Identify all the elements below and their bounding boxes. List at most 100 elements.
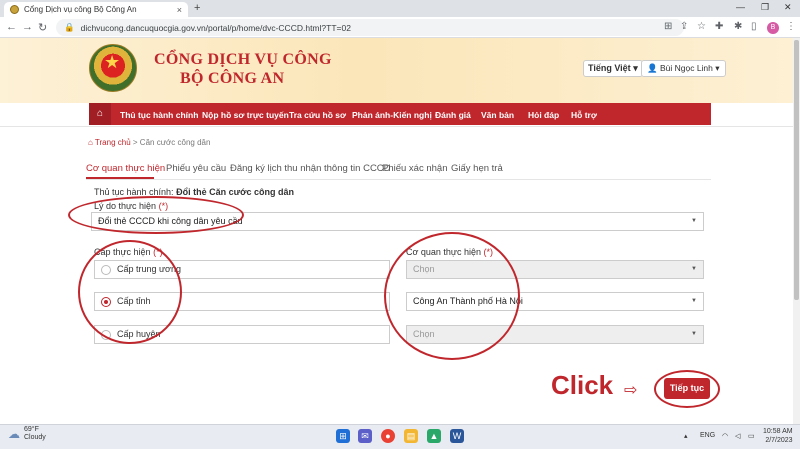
- url-field[interactable]: 🔒 dichvucong.dancuquocgia.gov.vn/portal/…: [56, 19, 684, 36]
- weather-condition: Cloudy: [24, 434, 46, 441]
- tray-language[interactable]: ENG: [700, 432, 715, 439]
- radio-province[interactable]: [101, 297, 111, 307]
- reload-icon[interactable]: ↻: [38, 21, 47, 34]
- user-icon: 👤: [647, 63, 658, 73]
- site-title-line2: BỘ CÔNG AN: [180, 70, 285, 87]
- select-placeholder: Chọn: [413, 264, 435, 274]
- tabs-divider: [86, 179, 711, 180]
- maximize-icon[interactable]: ❐: [761, 2, 769, 13]
- share-icon[interactable]: ⇪: [680, 21, 688, 32]
- level-label-row: Cấp thực hiện (*): [94, 247, 163, 257]
- nav-item-rating[interactable]: Đánh giá: [435, 110, 471, 120]
- nav-label: Nộp hồ sơ trực tuyến: [202, 110, 289, 120]
- scrollbar-thumb[interactable]: [794, 40, 799, 300]
- tab-return-slip[interactable]: Giấy hẹn trả: [451, 163, 503, 174]
- nav-label: Văn bản: [481, 110, 515, 120]
- extension-icon[interactable]: ✚: [715, 21, 723, 32]
- breadcrumb-home[interactable]: Trang chủ: [95, 138, 131, 147]
- chevron-down-icon: ▼: [691, 266, 697, 272]
- level-option-label: Cấp trung ương: [117, 264, 181, 274]
- close-window-icon[interactable]: ✕: [784, 2, 792, 13]
- nav-item-faq[interactable]: Hỏi đáp: [528, 110, 559, 120]
- next-button[interactable]: Tiếp tục: [664, 378, 710, 399]
- home-icon[interactable]: ⌂: [89, 103, 111, 125]
- radio-district[interactable]: [101, 330, 111, 340]
- file-explorer-icon[interactable]: ▤: [404, 429, 418, 443]
- new-tab-button[interactable]: +: [194, 2, 200, 14]
- tray-notification-icon[interactable]: ▴: [684, 432, 688, 440]
- annotation-arrow-icon: ⇨: [624, 382, 638, 399]
- procedure-row: Thủ tục hành chính: Đổi thẻ Căn cước côn…: [94, 187, 294, 197]
- level-option-label: Cấp huyện: [117, 329, 161, 339]
- tab-appointment[interactable]: Đăng ký lịch thu nhận thông tin CCCD: [230, 163, 391, 174]
- back-icon[interactable]: ←: [6, 21, 17, 33]
- nav-label: Đánh giá: [435, 110, 471, 120]
- chevron-down-icon: ▼: [691, 331, 697, 337]
- windows-taskbar: [0, 424, 800, 449]
- site-title-line1: CỔNG DỊCH VỤ CÔNG: [154, 51, 332, 68]
- weather-widget[interactable]: 69°F Cloudy: [24, 426, 46, 442]
- nav-item-documents[interactable]: Văn bản: [481, 110, 514, 120]
- browser-tab[interactable]: Cổng Dịch vụ công Bộ Công An ×: [4, 2, 188, 17]
- required-mark: (*): [158, 201, 169, 211]
- nav-item-submit-online[interactable]: Nộp hồ sơ trực tuyến: [202, 110, 289, 120]
- breadcrumb-home-icon[interactable]: ⌂: [88, 138, 93, 147]
- cloud-icon[interactable]: ☁: [8, 427, 20, 441]
- nav-label: Hỗ trợ: [571, 110, 597, 120]
- nav-label: Tra cứu hồ sơ: [289, 110, 347, 120]
- chevron-down-icon: ▼: [691, 218, 697, 224]
- profile-avatar[interactable]: B: [767, 22, 779, 34]
- tab-request-form[interactable]: Phiếu yêu cầu: [166, 163, 226, 174]
- battery-icon[interactable]: ▭: [748, 432, 755, 440]
- chat-icon[interactable]: ✉: [358, 429, 372, 443]
- chrome-icon[interactable]: ●: [381, 429, 395, 443]
- procedure-label: Thủ tục hành chính:: [94, 187, 174, 197]
- agency-select-district[interactable]: Chọn ▼: [406, 325, 704, 344]
- url-text: dichvucong.dancuquocgia.gov.vn/portal/p/…: [80, 22, 351, 33]
- nav-label: Hỏi đáp: [528, 110, 560, 120]
- agency-label-row: Cơ quan thực hiện (*): [406, 247, 493, 257]
- agency-select-central[interactable]: Chọn ▼: [406, 260, 704, 279]
- reason-select[interactable]: Đổi thẻ CCCD khi công dân yêu cầu ▼: [91, 212, 704, 231]
- nav-label: Thủ tục hành chính: [120, 110, 199, 120]
- tab-confirmation[interactable]: Phiếu xác nhận: [382, 163, 448, 174]
- word-icon[interactable]: W: [450, 429, 464, 443]
- bookmark-star-icon[interactable]: ☆: [697, 21, 706, 32]
- reason-label-row: Lý do thực hiện (*): [94, 201, 168, 211]
- lock-icon: 🔒: [64, 22, 75, 32]
- level-label: Cấp thực hiện: [94, 247, 151, 257]
- time: 10:58 AM: [763, 428, 793, 435]
- language-label: Tiếng Việt: [588, 63, 631, 73]
- user-menu[interactable]: 👤 Bùi Ngọc Linh ▾: [641, 60, 726, 77]
- chevron-down-icon: ▾: [633, 63, 638, 73]
- translate-icon[interactable]: ⊞: [664, 21, 672, 32]
- windows-start-icon[interactable]: ⊞: [336, 429, 350, 443]
- volume-icon[interactable]: ◁: [735, 432, 740, 440]
- reason-value: Đổi thẻ CCCD khi công dân yêu cầu: [98, 216, 243, 226]
- forward-icon[interactable]: →: [22, 21, 33, 33]
- minimize-icon[interactable]: —: [736, 2, 745, 12]
- radio-central[interactable]: [101, 265, 111, 275]
- required-mark: (*): [153, 247, 163, 257]
- nav-label: Phản ánh-Kiến nghị: [352, 110, 432, 120]
- temperature: 69°F: [24, 426, 39, 433]
- wifi-icon[interactable]: ◠: [722, 432, 728, 440]
- breadcrumb-current: Căn cước công dân: [139, 138, 211, 147]
- nav-item-lookup[interactable]: Tra cứu hồ sơ: [289, 110, 346, 120]
- browser-menu-icon[interactable]: ⋮: [786, 21, 796, 32]
- chevron-down-icon: ▼: [691, 298, 697, 304]
- nav-item-procedures[interactable]: Thủ tục hành chính: [120, 110, 198, 120]
- language-select[interactable]: Tiếng Việt ▾: [583, 60, 643, 77]
- puzzle-icon[interactable]: ✱: [734, 21, 742, 32]
- close-tab-icon[interactable]: ×: [177, 5, 182, 15]
- chevron-down-icon: ▾: [715, 63, 720, 73]
- agency-select-province[interactable]: Công An Thành phố Hà Nội ▼: [406, 292, 704, 311]
- photos-icon[interactable]: ▲: [427, 429, 441, 443]
- nav-item-feedback[interactable]: Phản ánh-Kiến nghị: [352, 110, 432, 120]
- nav-item-support[interactable]: Hỗ trợ: [571, 110, 597, 120]
- favicon-icon: [10, 5, 19, 14]
- procedure-value: Đổi thẻ Căn cước công dân: [176, 187, 295, 197]
- tab-agency[interactable]: Cơ quan thực hiện: [86, 163, 165, 174]
- sidepanel-icon[interactable]: ▯: [751, 21, 757, 32]
- system-clock[interactable]: 10:58 AM 2/7/2023: [763, 427, 793, 445]
